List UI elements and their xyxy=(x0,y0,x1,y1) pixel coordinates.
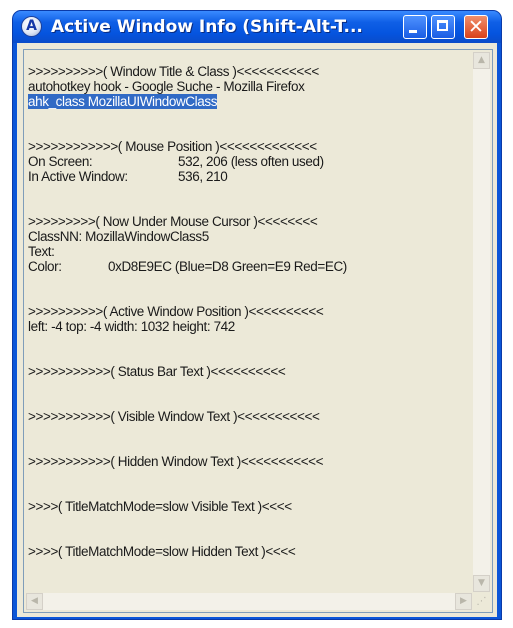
titlematchmode-hidden-header: >>>>( TitleMatchMode=slow Hidden Text )<… xyxy=(28,544,296,559)
active-window-position-header: >>>>>>>>>>( Active Window Position )<<<<… xyxy=(28,304,324,319)
close-button[interactable]: ✕ xyxy=(464,15,488,39)
classnn-value: ClassNN: MozillaWindowClass5 xyxy=(28,229,209,244)
window-title-class-header: >>>>>>>>>>( Window Title & Class )<<<<<<… xyxy=(28,64,319,79)
resize-grip-icon[interactable]: ⋰ xyxy=(473,593,490,610)
active-window-info-window: A Active Window Info (Shift-Alt-T... ✕ >… xyxy=(12,10,502,620)
on-screen-label: On Screen: xyxy=(28,154,93,169)
window-title-value: autohotkey hook - Google Suche - Mozilla… xyxy=(28,79,305,94)
horizontal-scrollbar[interactable]: ◀ ▶ xyxy=(26,593,472,610)
under-mouse-cursor-header: >>>>>>>>>( Now Under Mouse Cursor )<<<<<… xyxy=(28,214,318,229)
mouse-position-header: >>>>>>>>>>>>( Mouse Position )<<<<<<<<<<… xyxy=(28,139,317,154)
minimize-icon xyxy=(409,30,417,33)
window-title: Active Window Info (Shift-Alt-T... xyxy=(51,17,363,37)
scroll-right-arrow-icon[interactable]: ▶ xyxy=(455,593,472,610)
scroll-down-arrow-icon[interactable]: ▼ xyxy=(473,575,490,592)
client-area: >>>>>>>>>>( Window Title & Class )<<<<<<… xyxy=(17,43,497,617)
color-value: 0xD8E9EC (Blue=D8 Green=E9 Red=EC) xyxy=(108,259,347,274)
scroll-left-arrow-icon[interactable]: ◀ xyxy=(26,593,43,610)
in-active-window-value: 536, 210 xyxy=(178,169,228,184)
hidden-window-text-header: >>>>>>>>>>>( Hidden Window Text )<<<<<<<… xyxy=(28,454,324,469)
info-text-box[interactable]: >>>>>>>>>>( Window Title & Class )<<<<<<… xyxy=(23,49,493,613)
autohotkey-app-icon: A xyxy=(21,16,42,37)
scroll-up-arrow-icon[interactable]: ▲ xyxy=(473,52,490,69)
info-content: >>>>>>>>>>( Window Title & Class )<<<<<<… xyxy=(28,64,468,584)
in-active-window-label: In Active Window: xyxy=(28,169,128,184)
text-label: Text: xyxy=(28,244,55,259)
status-bar-text-header: >>>>>>>>>>>( Status Bar Text )<<<<<<<<<< xyxy=(28,364,286,379)
titlematchmode-visible-header: >>>>( TitleMatchMode=slow Visible Text )… xyxy=(28,499,292,514)
visible-window-text-header: >>>>>>>>>>>( Visible Window Text )<<<<<<… xyxy=(28,409,320,424)
title-bar[interactable]: A Active Window Info (Shift-Alt-T... ✕ xyxy=(13,11,501,43)
maximize-icon xyxy=(437,20,448,31)
color-label: Color: xyxy=(28,259,62,274)
on-screen-value: 532, 206 (less often used) xyxy=(178,154,324,169)
minimize-button[interactable] xyxy=(403,15,427,39)
position-values: left: -4 top: -4 width: 1032 height: 742 xyxy=(28,319,235,334)
window-class-value-selected: ahk_class MozillaUIWindowClass xyxy=(28,94,218,109)
close-icon: ✕ xyxy=(468,16,484,38)
maximize-button[interactable] xyxy=(431,15,455,39)
vertical-scrollbar[interactable]: ▲ ▼ xyxy=(473,52,490,592)
